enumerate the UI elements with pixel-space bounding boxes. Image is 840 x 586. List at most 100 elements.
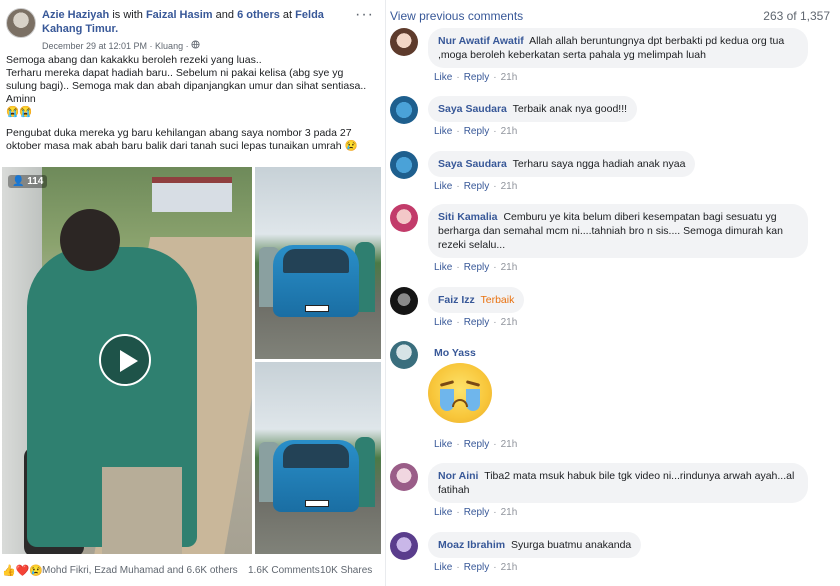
comments-count[interactable]: 1.6K Comments xyxy=(248,565,320,576)
comment-actions: Like · Reply · 21h xyxy=(434,72,518,83)
comment-actions: Like · Reply · 21h xyxy=(434,317,518,328)
comment-text: Syurga buatmu anakanda xyxy=(511,539,632,551)
avatar[interactable] xyxy=(390,96,418,124)
comment-bubble: Moaz Ibrahim Syurga buatmu anakanda xyxy=(428,532,642,558)
post-meta: December 29 at 12:01 PM · Kluang · xyxy=(42,40,200,51)
globe-icon xyxy=(191,40,200,51)
comment: Saya Saudara Terharu saya ngga hadiah an… xyxy=(390,151,836,199)
tagged-name[interactable]: Faizal Hasim xyxy=(146,9,213,21)
post-text-line: 😭😭 xyxy=(6,106,33,118)
author-name[interactable]: Azie Haziyah xyxy=(42,9,109,21)
avatar[interactable] xyxy=(390,151,418,179)
commenter-name[interactable]: Siti Kamalia xyxy=(438,211,498,223)
commenter-name[interactable]: Faiz Izz xyxy=(438,294,475,306)
avatar[interactable] xyxy=(390,532,418,560)
comment-actions: Like · Reply · 21h xyxy=(434,262,518,273)
reaction-icons[interactable]: 👍❤️😢 xyxy=(2,564,43,577)
comment: Nur Awatif Awatif Allah allah beruntungn… xyxy=(390,28,836,88)
comment-time: 21h xyxy=(500,181,518,192)
commenter-name[interactable]: Mo Yass xyxy=(434,347,476,359)
comments-panel: View previous comments 263 of 1,357 Nur … xyxy=(388,0,840,586)
shares-count[interactable]: 10K Shares xyxy=(320,565,372,576)
comment-bubble: Faiz Izz Terbaik xyxy=(428,287,525,313)
avatar[interactable] xyxy=(390,204,418,232)
comment: Moaz Ibrahim Syurga buatmu anakanda Like… xyxy=(390,532,836,580)
reaction-names[interactable]: Mohd Fikri, Ezad Muhamad and 6.6K others xyxy=(42,565,238,576)
reply-link[interactable]: Reply xyxy=(464,562,490,573)
comment-actions: Like · Reply · 21h xyxy=(434,126,518,137)
reply-link[interactable]: Reply xyxy=(464,181,490,192)
like-link[interactable]: Like xyxy=(434,439,452,450)
post-title: Azie Haziyah is with Faizal Hasim and 6 … xyxy=(42,8,362,36)
comment-actions: Like · Reply · 21h xyxy=(434,562,518,573)
comment: Siti Kamalia Cemburu ye kita belum diber… xyxy=(390,204,836,278)
like-link[interactable]: Like xyxy=(434,126,452,137)
reply-link[interactable]: Reply xyxy=(464,262,490,273)
person-icon: 👤 xyxy=(12,176,25,187)
reply-link[interactable]: Reply xyxy=(464,72,490,83)
commenter-name[interactable]: Nor Aini xyxy=(438,470,478,482)
comment-time: 21h xyxy=(500,72,518,83)
more-options-icon[interactable]: ··· xyxy=(355,6,374,24)
with-text: is with xyxy=(112,9,143,21)
comment-bubble: Saya Saudara Terharu saya ngga hadiah an… xyxy=(428,151,696,177)
divider xyxy=(385,0,386,586)
comment-time: 21h xyxy=(500,562,518,573)
comment-time: 21h xyxy=(500,439,518,450)
comment-bubble: Saya Saudara Terbaik anak nya good!!! xyxy=(428,96,638,122)
like-link[interactable]: Like xyxy=(434,181,452,192)
reply-link[interactable]: Reply xyxy=(464,126,490,137)
commenter-name[interactable]: Nur Awatif Awatif xyxy=(438,35,524,47)
post: Azie Haziyah is with Faizal Hasim and 6 … xyxy=(0,0,385,586)
at-text: at xyxy=(282,9,293,21)
comment-bubble: Nor Aini Tiba2 mata msuk habuk bile tgk … xyxy=(428,463,808,503)
like-link[interactable]: Like xyxy=(434,507,452,518)
and-text: and xyxy=(215,9,234,21)
others-link[interactable]: 6 others xyxy=(237,9,280,21)
reply-link[interactable]: Reply xyxy=(464,439,490,450)
post-body: Semoga abang dan kakakku beroleh rezeki … xyxy=(6,54,371,153)
post-text-line: Terharu mereka dapat hadiah baru.. Sebel… xyxy=(6,67,369,105)
view-previous-comments-link[interactable]: View previous comments xyxy=(390,9,523,23)
post-timestamp[interactable]: December 29 at 12:01 PM · Kluang · xyxy=(42,41,189,51)
like-link[interactable]: Like xyxy=(434,72,452,83)
avatar[interactable] xyxy=(390,463,418,491)
car-photo[interactable] xyxy=(255,362,381,554)
comment: Mo Yass Like · Reply · 21h xyxy=(390,341,836,456)
avatar[interactable] xyxy=(390,341,418,369)
comment-text: Tiba2 mata msuk habuk bile tgk video ni.… xyxy=(438,470,795,496)
like-link[interactable]: Like xyxy=(434,262,452,273)
reaction-bar: 👍❤️😢 Mohd Fikri, Ezad Muhamad and 6.6K o… xyxy=(2,562,382,580)
comment-actions: Like · Reply · 21h xyxy=(434,439,518,450)
like-link[interactable]: Like xyxy=(434,562,452,573)
comment: Faiz Izz Terbaik Like · Reply · 21h xyxy=(390,287,836,335)
post-text-line: Semoga abang dan kakakku beroleh rezeki … xyxy=(6,54,262,66)
comment-text: Terbaik anak nya good!!! xyxy=(512,103,628,115)
avatar[interactable] xyxy=(390,287,418,315)
post-header: Azie Haziyah is with Faizal Hasim and 6 … xyxy=(6,6,378,51)
comment-count: 263 of 1,357 xyxy=(763,9,830,23)
comment: Nor Aini Tiba2 mata msuk habuk bile tgk … xyxy=(390,463,836,525)
comment-time: 21h xyxy=(500,262,518,273)
comment: Saya Saudara Terbaik anak nya good!!! Li… xyxy=(390,96,836,144)
comment-time: 21h xyxy=(500,507,518,518)
comment-text: Terbaik xyxy=(480,294,515,306)
play-button-icon[interactable] xyxy=(99,334,151,386)
commenter-name[interactable]: Moaz Ibrahim xyxy=(438,539,505,551)
commenter-name[interactable]: Saya Saudara xyxy=(438,158,507,170)
reply-link[interactable]: Reply xyxy=(464,317,490,328)
post-text-line: Pengubat duka mereka yg baru kehilangan … xyxy=(6,127,358,152)
comment-time: 21h xyxy=(500,126,518,137)
like-link[interactable]: Like xyxy=(434,317,452,328)
comment-bubble: Nur Awatif Awatif Allah allah beruntungn… xyxy=(428,28,808,68)
car-photo[interactable] xyxy=(255,167,381,359)
crying-face-icon xyxy=(428,363,492,423)
reply-link[interactable]: Reply xyxy=(464,507,490,518)
video-player[interactable]: 👤 114 xyxy=(2,167,252,554)
commenter-name[interactable]: Saya Saudara xyxy=(438,103,507,115)
author-avatar[interactable] xyxy=(6,8,36,38)
avatar[interactable] xyxy=(390,28,418,56)
comment-bubble: Siti Kamalia Cemburu ye kita belum diber… xyxy=(428,204,808,258)
view-count: 👤 114 xyxy=(8,175,48,188)
house-image xyxy=(152,177,232,212)
